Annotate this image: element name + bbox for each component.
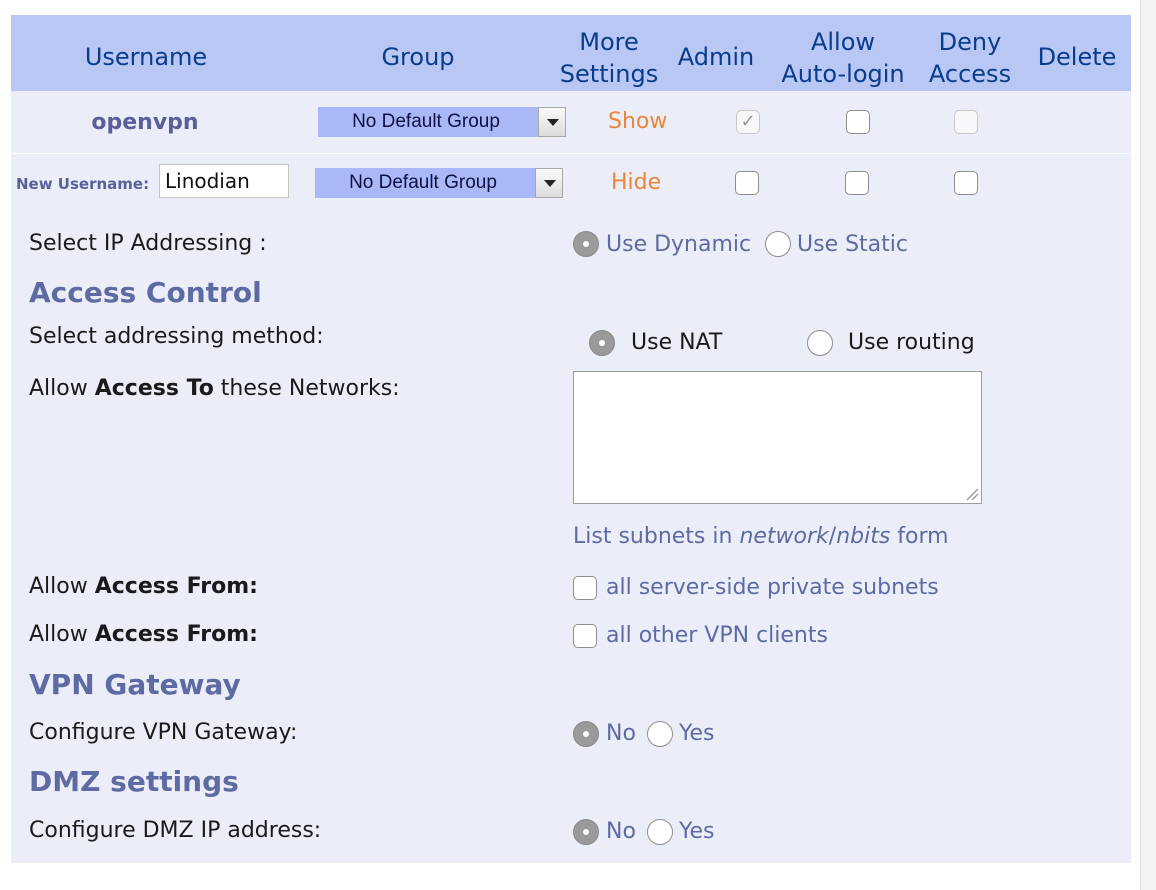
- use-routing-label[interactable]: Use routing: [848, 328, 975, 358]
- row-deny-access-checkbox[interactable]: [954, 110, 978, 134]
- chevron-down-icon[interactable]: [538, 107, 566, 137]
- use-nat-label[interactable]: Use NAT: [631, 328, 722, 358]
- server-subnets-label[interactable]: all server-side private subnets: [606, 573, 939, 603]
- show-settings-link[interactable]: Show: [608, 107, 667, 137]
- vpn-clients-label[interactable]: all other VPN clients: [606, 621, 828, 651]
- header-allow-autologin-line1: Allow: [810, 28, 876, 56]
- dmz-label: Configure DMZ IP address:: [29, 818, 322, 843]
- header-allow-autologin-line2: Auto-login: [781, 60, 905, 88]
- ip-addressing-label: Select IP Addressing :: [29, 231, 267, 256]
- subnet-format-hint: List subnets in network/nbits form: [573, 524, 949, 549]
- resize-grip-icon[interactable]: [965, 487, 979, 501]
- new-user-deny-access-checkbox[interactable]: [954, 171, 978, 195]
- dmz-yes-label[interactable]: Yes: [679, 817, 715, 847]
- dmz-yes-radio[interactable]: [647, 819, 673, 845]
- vpn-gateway-no-label[interactable]: No: [606, 719, 636, 749]
- new-user-group-select-value: No Default Group: [349, 172, 497, 193]
- new-username-input[interactable]: Linodian: [159, 164, 289, 198]
- header-group: Group: [381, 43, 455, 71]
- row-group-select-value: No Default Group: [352, 111, 500, 132]
- row-divider: [11, 153, 1131, 154]
- server-subnets-checkbox[interactable]: [573, 576, 597, 600]
- use-dynamic-label[interactable]: Use Dynamic: [606, 230, 751, 260]
- access-from-label-2: Allow Access From:: [29, 622, 258, 647]
- new-user-admin-checkbox[interactable]: [735, 171, 759, 195]
- use-dynamic-radio[interactable]: [573, 231, 599, 257]
- vpn-gateway-yes-radio[interactable]: [647, 721, 673, 747]
- addressing-method-label: Select addressing method:: [29, 324, 324, 349]
- header-deny-access-line2: Access: [928, 60, 1012, 88]
- vpn-gateway-yes-label[interactable]: Yes: [679, 719, 715, 749]
- header-more-settings-line1: More: [579, 28, 639, 56]
- header-delete: Delete: [1037, 43, 1117, 71]
- chevron-down-icon[interactable]: [535, 168, 563, 198]
- access-control-heading: Access Control: [29, 276, 262, 309]
- row-autologin-checkbox[interactable]: [846, 110, 870, 134]
- header-more-settings-line2: Settings: [559, 60, 659, 88]
- header-admin: Admin: [677, 43, 755, 71]
- dmz-no-radio[interactable]: [573, 819, 599, 845]
- row-username: openvpn: [91, 110, 199, 135]
- row-group-select[interactable]: No Default Group: [318, 107, 566, 137]
- header-username: Username: [84, 43, 208, 71]
- vpn-gateway-label: Configure VPN Gateway:: [29, 720, 298, 745]
- use-static-label[interactable]: Use Static: [797, 230, 908, 260]
- header-deny-access-line1: Deny: [938, 28, 1002, 56]
- networks-textarea[interactable]: [573, 371, 982, 504]
- vpn-gateway-heading: VPN Gateway: [29, 668, 241, 701]
- vpn-gateway-no-radio[interactable]: [573, 721, 599, 747]
- new-username-label: New Username:: [16, 175, 150, 193]
- use-nat-radio[interactable]: [589, 330, 615, 356]
- access-to-networks-label: Allow Access To these Networks:: [29, 376, 400, 401]
- new-user-group-select[interactable]: No Default Group: [315, 168, 563, 198]
- page-scroll-rail: [1140, 0, 1156, 890]
- dmz-no-label[interactable]: No: [606, 817, 636, 847]
- checkmark-icon: ✓: [740, 111, 756, 132]
- access-from-label-1: Allow Access From:: [29, 574, 258, 599]
- vpn-clients-checkbox[interactable]: [573, 624, 597, 648]
- hide-settings-link[interactable]: Hide: [611, 168, 661, 198]
- dmz-heading: DMZ settings: [29, 765, 239, 798]
- row-admin-checkbox[interactable]: ✓: [736, 110, 760, 134]
- new-user-autologin-checkbox[interactable]: [845, 171, 869, 195]
- use-routing-radio[interactable]: [807, 330, 833, 356]
- use-static-radio[interactable]: [765, 231, 791, 257]
